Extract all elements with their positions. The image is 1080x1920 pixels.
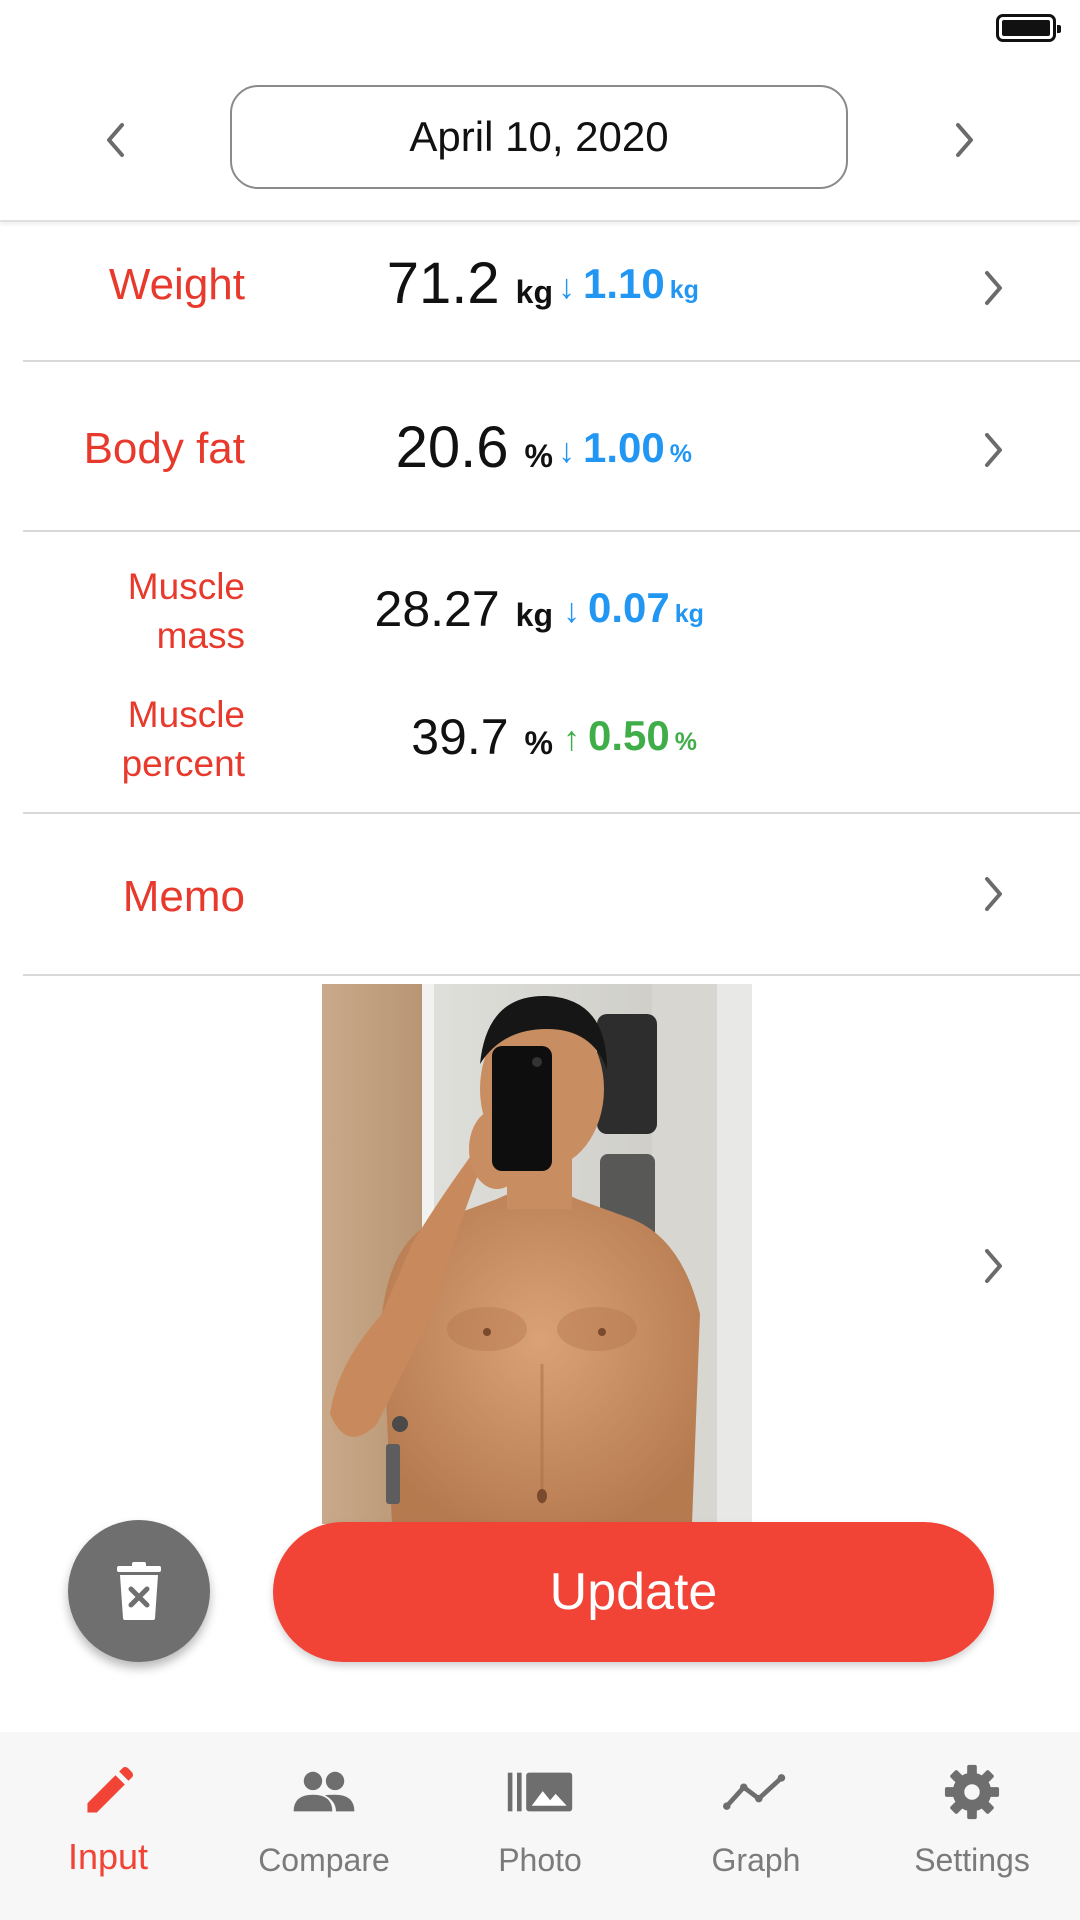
date-selector[interactable]: April 10, 2020	[230, 85, 848, 189]
tab-settings[interactable]: Settings	[864, 1732, 1080, 1920]
memo-row[interactable]: Memo	[23, 814, 1080, 976]
weight-unit: kg	[515, 274, 553, 310]
status-bar	[0, 0, 1080, 70]
body-fat-number: 20.6	[395, 415, 509, 480]
muscle-mass-change-value: 0.07	[588, 584, 670, 631]
tab-compare[interactable]: Compare	[216, 1732, 432, 1920]
arrow-up-icon: ↑	[563, 720, 580, 758]
weight-change-unit: kg	[669, 276, 699, 304]
muscle-mass-label-line1: Muscle	[127, 566, 245, 607]
date-label: April 10, 2020	[409, 113, 669, 160]
progress-photo[interactable]	[322, 984, 752, 1524]
muscle-mass-value: 28.27 kg	[375, 580, 553, 638]
body-fat-change-value: 1.00	[583, 424, 665, 471]
update-button[interactable]: Update	[273, 1522, 994, 1662]
muscle-percent-label-line1: Muscle	[127, 694, 245, 735]
muscle-percent-label-line2: percent	[121, 743, 245, 784]
tab-input[interactable]: Input	[0, 1732, 216, 1920]
body-fat-unit: %	[524, 438, 553, 474]
weight-change: ↓ 1.10 kg	[558, 260, 699, 308]
weight-change-value: 1.10	[583, 260, 665, 307]
tab-photo[interactable]: Photo	[432, 1732, 648, 1920]
muscle-block: Muscle mass 28.27 kg ↓ 0.07 kg Muscle pe…	[23, 532, 1080, 814]
body-fat-value: 20.6 %	[396, 414, 553, 481]
photo-library-icon	[505, 1762, 575, 1822]
memo-label: Memo	[122, 872, 245, 921]
muscle-percent-number: 39.7	[411, 709, 509, 765]
tab-graph[interactable]: Graph	[648, 1732, 864, 1920]
pencil-icon	[73, 1762, 143, 1822]
arrow-down-icon: ↓	[558, 268, 575, 306]
tab-graph-label: Graph	[711, 1842, 801, 1878]
tab-input-label: Input	[67, 1836, 149, 1877]
tab-photo-label: Photo	[498, 1842, 582, 1878]
gear-icon	[937, 1762, 1007, 1822]
chevron-left-icon[interactable]	[85, 110, 145, 170]
date-header: April 10, 2020	[0, 70, 1080, 222]
arrow-down-icon: ↓	[558, 432, 575, 470]
line-chart-icon	[721, 1762, 791, 1822]
muscle-mass-unit: kg	[515, 597, 553, 633]
tab-settings-label: Settings	[914, 1842, 1030, 1878]
delete-button[interactable]	[68, 1520, 210, 1662]
muscle-mass-label: Muscle mass	[128, 562, 245, 660]
people-icon	[289, 1762, 359, 1822]
muscle-percent-change-value: 0.50	[588, 712, 670, 759]
body-fat-change-unit: %	[669, 440, 692, 468]
muscle-percent-change: ↑ 0.50 %	[563, 712, 697, 760]
arrow-down-icon: ↓	[563, 592, 580, 630]
body-fat-label: Body fat	[83, 424, 245, 473]
muscle-percent-value: 39.7 %	[411, 708, 553, 766]
chevron-right-icon	[983, 876, 1013, 916]
bottom-nav: Input Compare Photo Graph Settings	[0, 1732, 1080, 1920]
muscle-mass-change-unit: kg	[674, 600, 704, 628]
chevron-right-icon[interactable]	[935, 110, 995, 170]
muscle-mass-number: 28.27	[374, 581, 500, 637]
muscle-mass-label-line2: mass	[156, 615, 245, 656]
chevron-right-icon	[983, 270, 1013, 310]
body-fat-change: ↓ 1.00 %	[558, 424, 692, 472]
tab-compare-label: Compare	[258, 1842, 390, 1878]
battery-icon	[996, 14, 1061, 42]
muscle-percent-change-unit: %	[674, 728, 697, 756]
weight-row[interactable]: Weight 71.2 kg ↓ 1.10 kg	[23, 222, 1080, 362]
chevron-right-icon[interactable]	[983, 1248, 1013, 1288]
body-fat-row[interactable]: Body fat 20.6 % ↓ 1.00 %	[23, 362, 1080, 532]
weight-number: 71.2	[386, 251, 500, 316]
weight-value: 71.2 kg	[387, 250, 553, 317]
muscle-mass-change: ↓ 0.07 kg	[563, 584, 704, 632]
muscle-percent-unit: %	[524, 725, 553, 761]
trash-icon	[117, 1562, 161, 1620]
weight-label: Weight	[108, 260, 245, 309]
chevron-right-icon	[983, 432, 1013, 472]
muscle-percent-label: Muscle percent	[122, 690, 245, 788]
